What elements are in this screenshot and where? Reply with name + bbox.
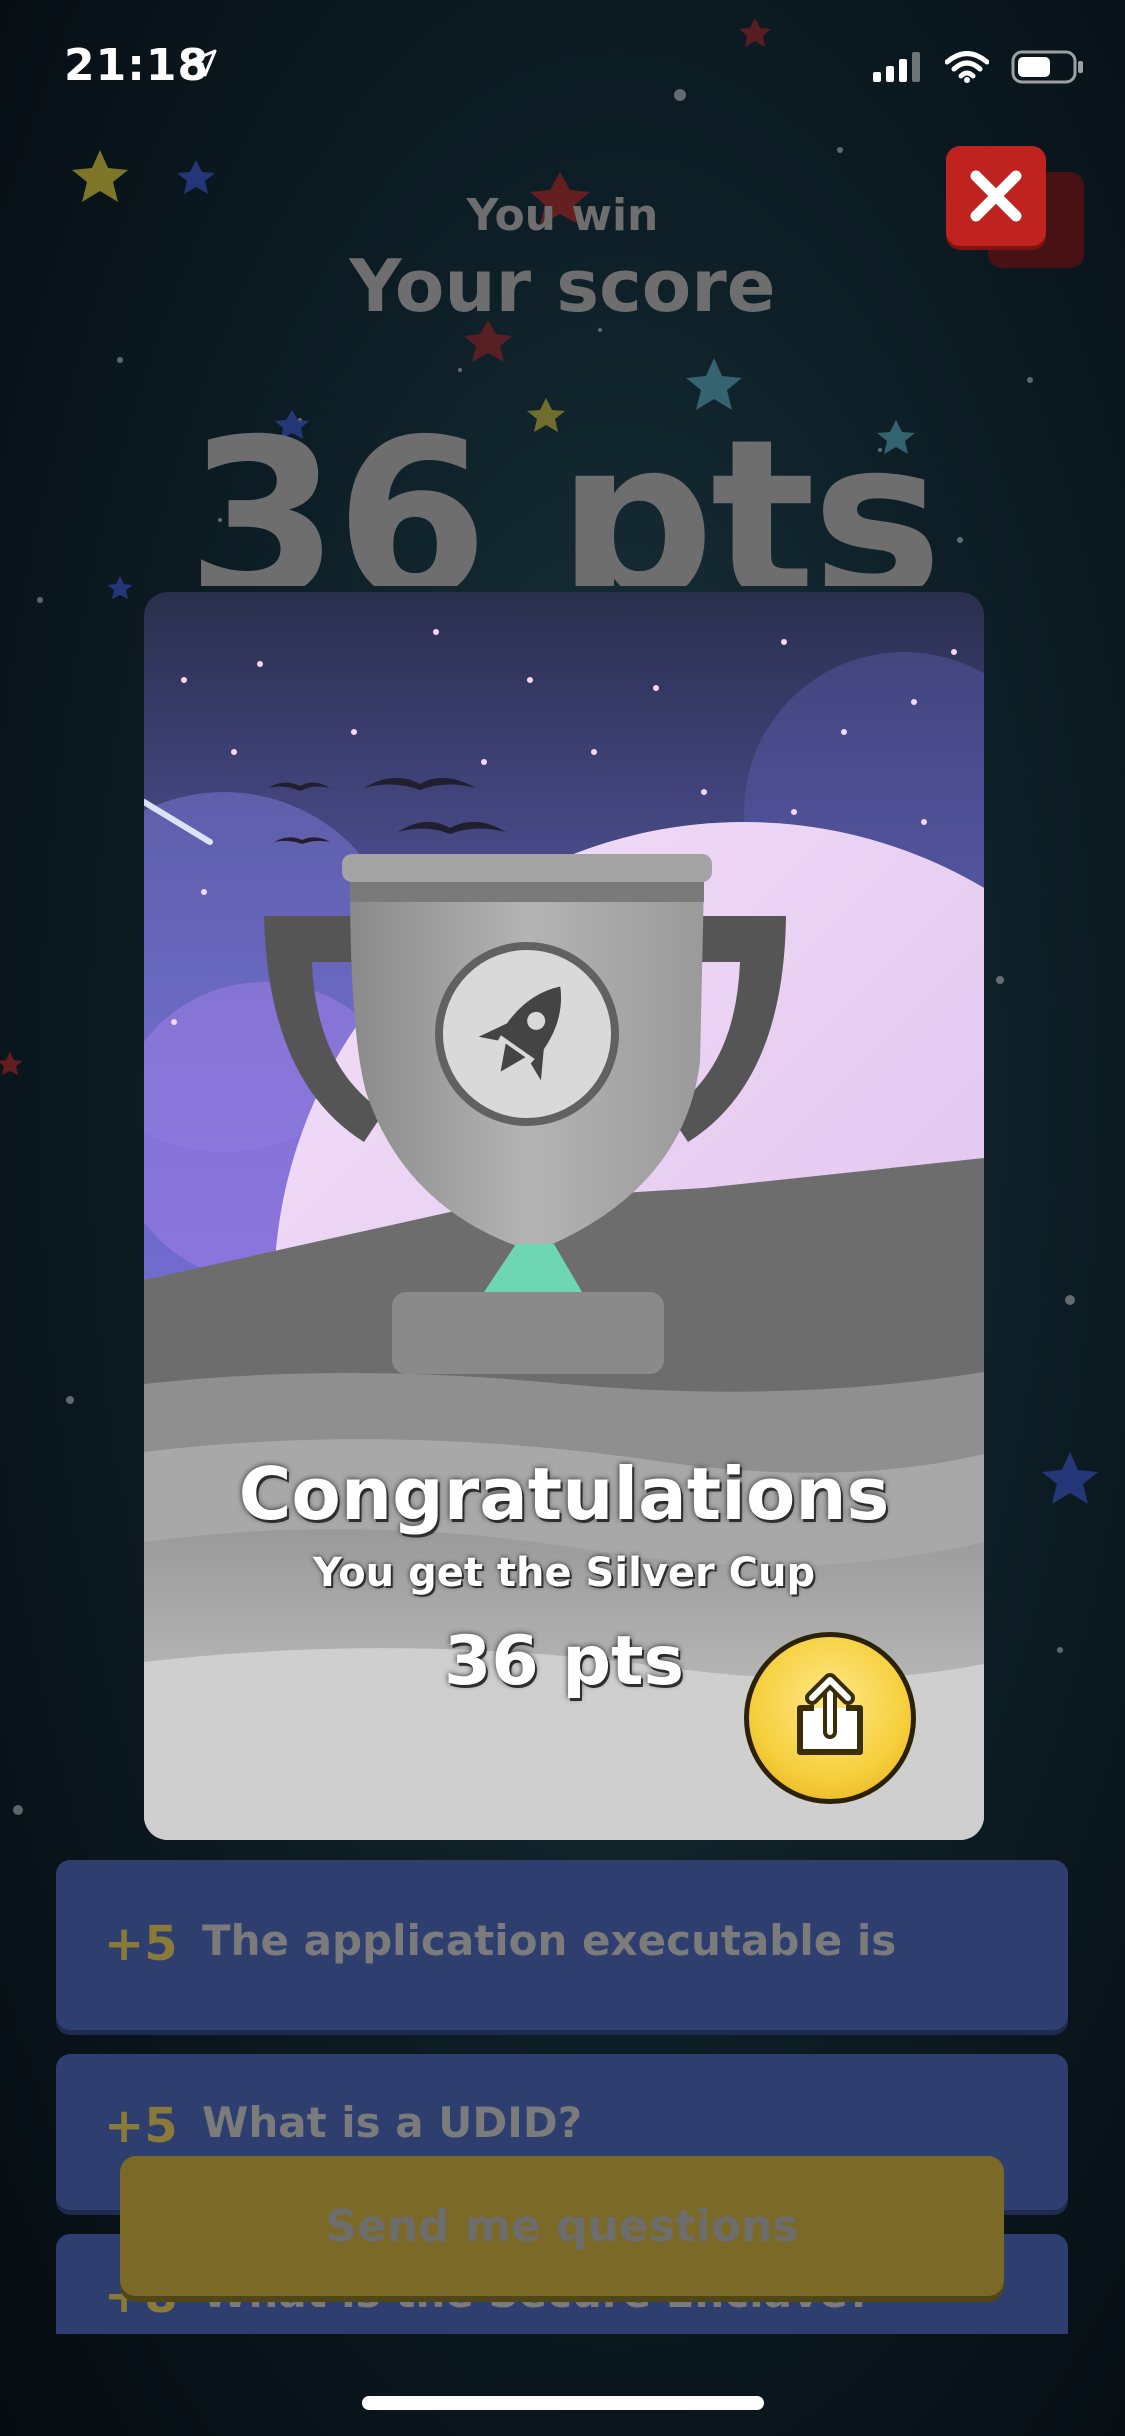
status-bar: 21:18 [0,0,1125,140]
score-large: 36 pts [186,410,942,586]
question-points: +5 [104,2098,178,2154]
congratulations-text: Congratulations [238,1452,890,1536]
close-button[interactable] [946,146,1046,246]
your-score-title: Your score [349,244,776,328]
share-icon [797,1673,863,1755]
status-icons [873,50,1085,88]
question-row[interactable]: +5 The application executable is [56,1860,1068,2030]
location-arrow-icon [188,48,218,82]
share-button[interactable] [744,1632,916,1804]
signal-icon [873,52,923,86]
home-indicator[interactable] [362,2396,764,2410]
question-text: What is a UDID? [202,2098,583,2147]
wifi-icon [944,51,990,87]
trophy-card: Congratulations You get the Silver Cup 3… [144,592,984,1840]
question-points: +5 [104,1916,178,1972]
question-text: The application executable is [202,1916,897,1965]
send-questions-label: Send me questions [325,2200,799,2252]
cup-award-text: You get the Silver Cup [312,1550,816,1596]
close-icon [970,170,1022,222]
send-questions-button[interactable]: Send me questions [120,2156,1004,2296]
battery-icon [1011,50,1085,88]
